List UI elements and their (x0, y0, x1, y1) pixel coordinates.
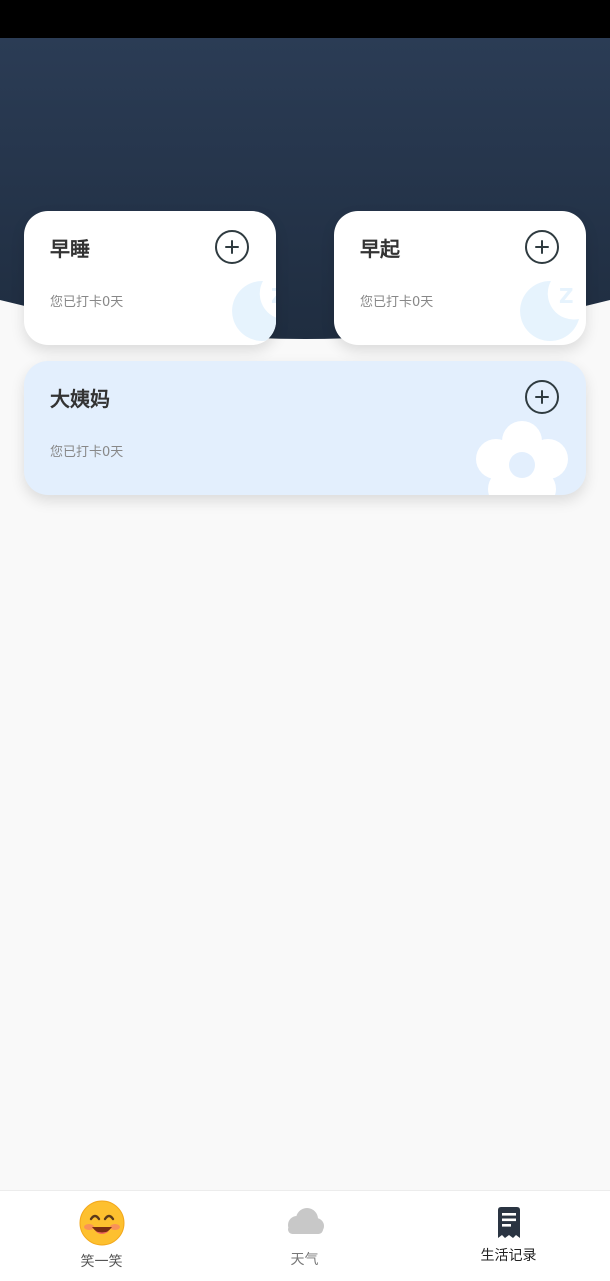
tab-life-record[interactable]: 生活记录 (407, 1191, 610, 1281)
add-checkin-button[interactable] (525, 230, 559, 264)
smile-emoji-icon (79, 1200, 125, 1246)
tab-weather[interactable]: 天气 (203, 1191, 406, 1281)
add-checkin-button[interactable] (215, 230, 249, 264)
moon-sleep-icon: Z (232, 280, 276, 341)
checkin-card-period[interactable]: 大姨妈 您已打卡0天 (24, 361, 586, 495)
card-checkin-count: 您已打卡0天 (50, 445, 124, 460)
plus-icon (535, 390, 549, 404)
add-checkin-button[interactable] (525, 380, 559, 414)
card-title: 早起 (360, 237, 400, 261)
plus-icon (535, 240, 549, 254)
tab-label: 笑一笑 (80, 1254, 123, 1270)
receipt-icon (498, 1207, 520, 1238)
moon-sleep-icon: Z (520, 280, 579, 341)
plus-icon (225, 240, 239, 254)
checkin-card-early-rise[interactable]: Z 早起 您已打卡0天 (334, 211, 586, 345)
tab-smile[interactable]: 笑一笑 (0, 1191, 203, 1281)
svg-text:Z: Z (271, 284, 276, 308)
status-bar (0, 0, 610, 38)
checkin-card-early-sleep[interactable]: Z 早睡 您已打卡0天 (24, 211, 276, 345)
card-checkin-count: 您已打卡0天 (360, 295, 434, 310)
card-checkin-count: 您已打卡0天 (50, 295, 124, 310)
cloud-icon (288, 1208, 324, 1234)
card-title: 大姨妈 (50, 387, 110, 411)
flower-icon (476, 421, 568, 495)
tab-label: 生活记录 (480, 1248, 537, 1264)
svg-text:Z: Z (559, 284, 574, 308)
tab-label: 天气 (290, 1252, 319, 1268)
bottom-tab-bar: 笑一笑 天气 生活记录 (0, 1190, 610, 1281)
card-title: 早睡 (50, 237, 90, 261)
